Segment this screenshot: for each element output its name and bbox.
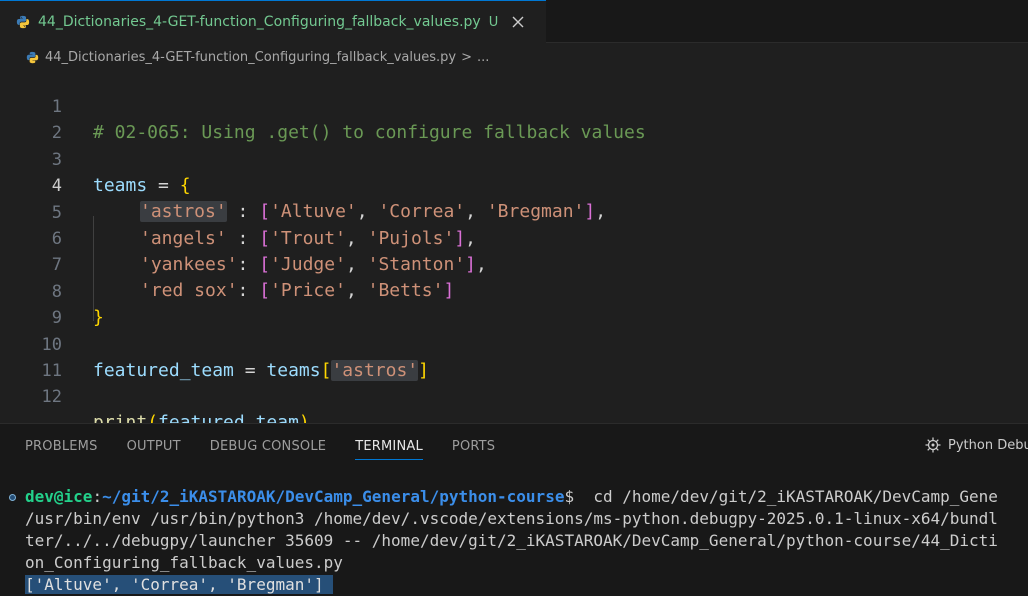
python-file-icon [16,15,30,29]
untracked-status-badge: U [488,14,499,30]
code-line-6: 6 'yankees': ['Judge', 'Stanton'], [0,200,1028,275]
code-line-4: 4 'astros' : ['Altuve', 'Correa', 'Bregm… [0,147,1028,222]
breadcrumb: 44_Dictionaries_4-GET-function_Configuri… [26,46,489,68]
python-debug-terminal-selector[interactable]: Python Debu [924,436,1028,454]
code-line-5: 5 'angels' : ['Trout', 'Pujols'], [0,174,1028,249]
tab-problems[interactable]: PROBLEMS [25,424,98,468]
terminal-line-3: ter/../../debugpy/launcher 35609 -- /hom… [25,531,998,550]
code-line-10: 10 featured_team = teams['astros'] [0,306,1028,381]
breadcrumb-separator: > [461,49,472,65]
python-file-icon [26,51,39,63]
breadcrumb-file[interactable]: 44_Dictionaries_4-GET-function_Configuri… [45,50,456,65]
editor-tab-bar: 44_Dictionaries_4-GET-function_Configuri… [0,0,1028,43]
editor-tab-title: 44_Dictionaries_4-GET-function_Configuri… [38,14,481,30]
code-line-3: 3 teams = { [0,121,1028,196]
terminal-colon: : [92,487,103,506]
terminal-output: ['Altuve', 'Correa', 'Bregman'] [25,574,334,596]
terminal-line-1: dev@ice:~/git/2_iKASTAROAK/DevCamp_Gener… [25,486,998,508]
terminal-line-4: on_Configuring_fallback_values.py [25,553,343,572]
terminal-user: dev@ice [25,487,93,506]
close-tab-icon[interactable] [510,14,526,30]
code-line-2: 2 [0,94,1028,143]
code-editor[interactable]: 1 # 02-065: Using .get() to configure fa… [0,68,1028,433]
terminal-command: cd /home/dev/git/2_iKASTAROAK/DevCamp_Ge… [574,487,998,506]
terminal-path: ~/git/2_iKASTAROAK/DevCamp_General/pytho… [102,487,565,506]
line-number: 12 [41,387,62,407]
tab-debug-console[interactable]: DEBUG CONSOLE [210,424,326,468]
terminal-prompt: $ [564,487,575,506]
code-line-1: 1 # 02-065: Using .get() to configure fa… [0,68,1028,143]
python-debug-label: Python Debu [948,437,1028,453]
command-status-dot[interactable] [9,494,16,501]
code-line-7: 7 'red sox': ['Price', 'Betts'] [0,226,1028,301]
panel-tabs: PROBLEMS OUTPUT DEBUG CONSOLE TERMINAL P… [25,424,524,468]
tab-ports[interactable]: PORTS [452,424,495,468]
code-line-11: 11 [0,332,1028,381]
editor-tab[interactable]: 44_Dictionaries_4-GET-function_Configuri… [0,0,546,43]
code-line-8: 8 } [0,253,1028,328]
code-line-12: 12 print(featured_team) [0,358,1028,433]
terminal-line-2: /usr/bin/env /usr/bin/python3 /home/dev/… [25,509,998,528]
bottom-panel: PROBLEMS OUTPUT DEBUG CONSOLE TERMINAL P… [0,423,1028,596]
debug-gear-icon [925,437,941,453]
terminal-output-selected: ['Altuve', 'Correa', 'Bregman'] [25,575,334,594]
code-line-9: 9 [0,279,1028,328]
breadcrumb-more[interactable]: ... [477,50,489,65]
tab-terminal[interactable]: TERMINAL [355,424,423,468]
tab-output[interactable]: OUTPUT [127,424,181,468]
